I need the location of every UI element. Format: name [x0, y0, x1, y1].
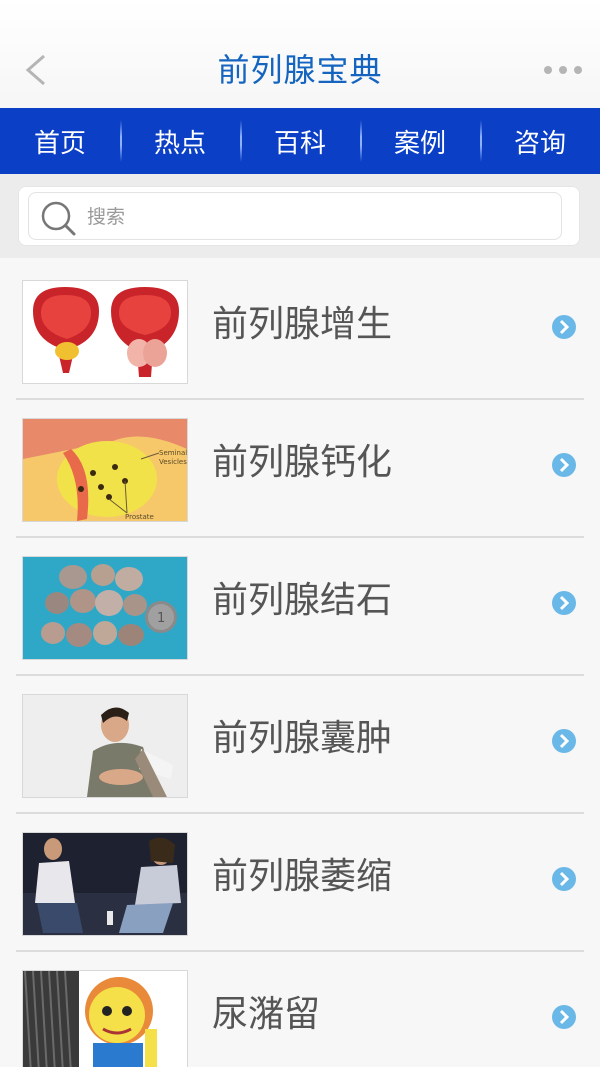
list-item-cyst[interactable]: 前列腺囊肿: [0, 676, 600, 814]
search-input[interactable]: [85, 199, 549, 235]
prostate-anatomy-image: [22, 280, 188, 384]
tab-home[interactable]: 首页: [0, 108, 120, 174]
item-label: 前列腺增生: [212, 304, 393, 345]
item-label: 尿潴留: [212, 994, 321, 1035]
prostate-calcification-image: Seminal Vesicles Prostate: [22, 418, 188, 522]
more-dots-icon: [544, 66, 582, 74]
item-label: 前列腺囊肿: [212, 718, 393, 759]
page-title: 前列腺宝典: [217, 51, 383, 89]
search-icon: [41, 201, 76, 236]
list-item-calcification[interactable]: Seminal Vesicles Prostate 前列腺钙化: [0, 400, 600, 538]
tab-cases[interactable]: 案例: [360, 108, 480, 174]
chevron-right-circle-icon[interactable]: [550, 865, 578, 893]
man-in-discomfort-image: [22, 694, 188, 798]
top-bar: 前列腺宝典: [0, 0, 600, 108]
chevron-right-circle-icon[interactable]: [550, 589, 578, 617]
topic-list: 前列腺增生 Seminal Vesicles Prostate 前列腺钙化 1 …: [0, 262, 600, 1067]
item-label: 前列腺萎缩: [212, 856, 393, 897]
tab-consult[interactable]: 咨询: [480, 108, 600, 174]
list-item-hyperplasia[interactable]: 前列腺增生: [0, 262, 600, 400]
svg-text:Vesicles: Vesicles: [159, 458, 187, 466]
chevron-right-circle-icon[interactable]: [550, 451, 578, 479]
tab-encyclopedia[interactable]: 百科: [240, 108, 360, 174]
list-item-stones[interactable]: 1 前列腺结石: [0, 538, 600, 676]
chevron-right-circle-icon[interactable]: [550, 313, 578, 341]
svg-text:Prostate: Prostate: [125, 513, 154, 521]
search-container: [18, 186, 580, 246]
svg-text:1: 1: [157, 611, 165, 626]
main-nav: 首页 热点 百科 案例 咨询: [0, 108, 600, 174]
cartoon-character-image: [22, 970, 188, 1067]
more-button[interactable]: [542, 60, 586, 80]
item-label: 前列腺钙化: [212, 442, 393, 483]
svg-text:Seminal: Seminal: [159, 449, 187, 457]
couple-on-sofa-image: [22, 832, 188, 936]
search-field[interactable]: [28, 192, 562, 240]
chevron-right-circle-icon[interactable]: [550, 727, 578, 755]
item-label: 前列腺结石: [212, 580, 393, 621]
list-item-atrophy[interactable]: 前列腺萎缩: [0, 814, 600, 952]
app-screen: 前列腺宝典 首页 热点 百科 案例 咨询 搜索 前列腺增生 Seminal Ve…: [0, 0, 600, 1067]
chevron-right-circle-icon[interactable]: [550, 1003, 578, 1031]
prostate-stones-image: 1: [22, 556, 188, 660]
tab-hot[interactable]: 热点: [120, 108, 240, 174]
search-bar: [0, 174, 600, 258]
list-item-urinary-retention[interactable]: 尿潴留: [0, 952, 600, 1067]
